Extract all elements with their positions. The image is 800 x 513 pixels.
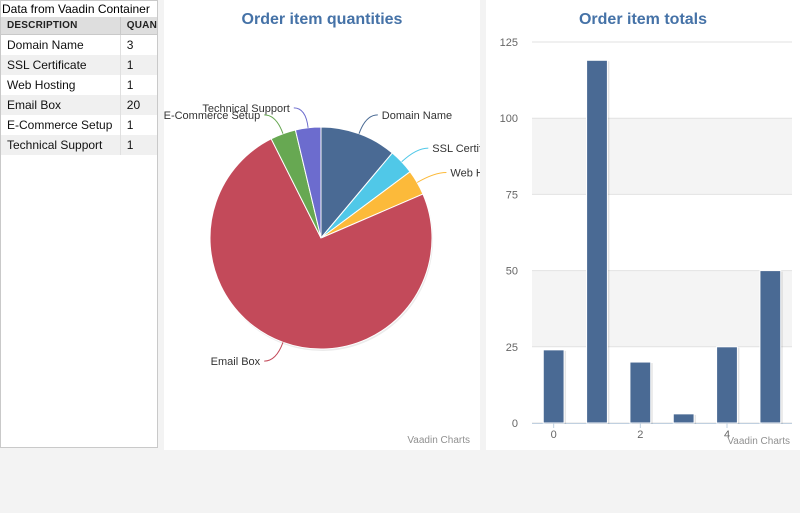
bar-chart-credits[interactable]: Vaadin Charts (727, 436, 790, 447)
column-header-description[interactable]: DESCRIPTION (1, 17, 121, 35)
plot-band (532, 118, 792, 195)
cell-quantity: 3 (120, 34, 157, 55)
table-header-row: DESCRIPTION QUANTITY (1, 17, 157, 35)
table-row[interactable]: Technical Support 1 (1, 135, 157, 155)
pie-connector-email-box (264, 342, 284, 362)
pie-label-technical-support: Technical Support (202, 103, 289, 115)
pie-connector-technical-support (293, 107, 309, 128)
plot-band (532, 270, 792, 347)
y-tick-label: 50 (506, 266, 518, 278)
pie-label-email-box: Email Box (211, 356, 261, 368)
pie-connector-domain-name (358, 114, 378, 134)
bar[interactable] (629, 361, 652, 424)
bar[interactable] (672, 413, 695, 424)
cell-description: Email Box (1, 95, 121, 115)
bar-chart: Order item totals 02550751001250 2 4 Vaadi… (500, 11, 792, 447)
table-row[interactable]: Email Box 20 (1, 95, 157, 115)
y-tick-label: 0 (512, 418, 518, 430)
pie-chart-panel: Order item quantities Domain Name SSL Cer… (164, 0, 480, 450)
x-tick-label: 2 (637, 429, 643, 441)
pie-label-domain-name: Domain Name (382, 110, 452, 122)
bar[interactable] (542, 349, 565, 424)
cell-description: E-Commerce Setup (1, 115, 121, 135)
pie-label-web-hosting: Web Hosting (450, 168, 480, 180)
pie-label-ssl-certificate: SSL Certificate (432, 143, 480, 155)
y-tick-label: 100 (500, 113, 518, 125)
pie-connector-ssl-certificate (401, 147, 429, 163)
y-tick-label: 75 (506, 189, 518, 201)
cell-quantity: 1 (120, 75, 157, 95)
cell-quantity: 1 (120, 55, 157, 75)
pie-chart: Order item quantities Domain Name SSL Cer… (164, 11, 480, 446)
pie-connector-e-commerce-setup (264, 114, 284, 134)
data-table-panel: Data from Vaadin Container DESCRIPTION Q… (0, 0, 158, 448)
table-row[interactable]: E-Commerce Setup 1 (1, 115, 157, 135)
cell-quantity: 20 (120, 95, 157, 115)
bar[interactable] (759, 270, 782, 424)
x-tick-label: 0 (551, 429, 557, 441)
bar[interactable] (586, 59, 608, 424)
y-tick-label: 125 (500, 37, 518, 49)
bar[interactable] (716, 346, 738, 424)
pie-chart-credits[interactable]: Vaadin Charts (407, 435, 470, 446)
pie-connector-web-hosting (416, 172, 447, 183)
table-row[interactable]: Web Hosting 1 (1, 75, 157, 95)
table-caption: Data from Vaadin Container (1, 1, 157, 17)
cell-quantity: 1 (120, 115, 157, 135)
cell-description: Web Hosting (1, 75, 121, 95)
cell-description: Domain Name (1, 34, 121, 55)
pie-chart-title: Order item quantities (242, 11, 403, 28)
cell-quantity: 1 (120, 135, 157, 155)
cell-description: SSL Certificate (1, 55, 121, 75)
order-table: DESCRIPTION QUANTITY Domain Name 3 SSL C… (1, 17, 157, 155)
y-tick-label: 25 (506, 342, 518, 354)
cell-description: Technical Support (1, 135, 121, 155)
table-row[interactable]: Domain Name 3 (1, 34, 157, 55)
bar-chart-title: Order item totals (579, 11, 707, 28)
table-row[interactable]: SSL Certificate 1 (1, 55, 157, 75)
column-header-quantity[interactable]: QUANTITY (120, 17, 157, 35)
bar-chart-panel: Order item totals 0 25 50 75 100 125 0 2 4 Vaadi… (486, 0, 800, 450)
